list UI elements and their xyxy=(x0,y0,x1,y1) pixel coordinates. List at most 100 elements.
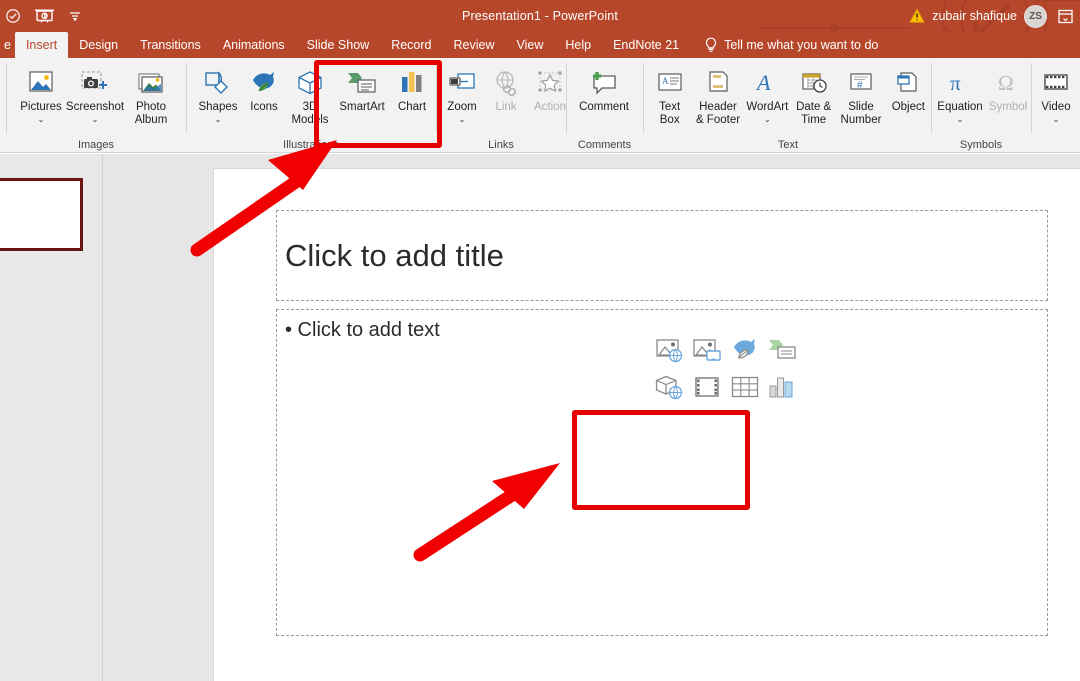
shapes-button[interactable]: Shapes ⌄ xyxy=(194,62,242,124)
date-time-button[interactable]: Date & Time xyxy=(791,62,836,126)
workspace: Click to add title • Click to add text xyxy=(0,154,1080,681)
pictures-button[interactable]: Pictures ⌄ xyxy=(14,62,68,124)
ribbon-group-text: A Text Box Header & Footer A WordArt ⌄ D… xyxy=(643,58,931,153)
text-box-icon: A xyxy=(656,66,684,98)
icons-icon[interactable] xyxy=(728,334,762,368)
tab-insert[interactable]: Insert xyxy=(14,32,69,58)
comment-icon xyxy=(588,66,620,98)
3d-models-button[interactable]: 3D Models xyxy=(286,62,334,126)
chevron-down-icon[interactable]: ⌄ xyxy=(957,115,964,124)
chevron-down-icon[interactable]: ⌄ xyxy=(764,115,771,124)
action-label: Action xyxy=(534,101,566,113)
smartart-label: SmartArt xyxy=(339,101,385,113)
screenshot-icon xyxy=(79,66,111,98)
ribbon-group-symbols: π Equation ⌄ Ω Symbol Symbols xyxy=(931,58,1031,153)
symbol-icon: Ω xyxy=(994,66,1022,98)
titlebar-right-cluster: zubair shafique ZS xyxy=(909,0,1076,32)
chevron-down-icon[interactable]: ⌄ xyxy=(92,115,99,124)
slide-thumbnail-1[interactable] xyxy=(0,178,83,251)
chart-icon xyxy=(399,66,425,98)
icons-icon xyxy=(249,66,279,98)
text-box-label: Text Box xyxy=(659,101,681,126)
smartart-icon xyxy=(345,66,379,98)
tab-view[interactable]: View xyxy=(506,32,555,58)
shapes-icon xyxy=(203,66,233,98)
icons-button[interactable]: Icons xyxy=(242,62,286,114)
zoom-label: Zoom xyxy=(447,101,477,113)
comment-button[interactable]: Comment xyxy=(572,62,636,114)
ribbon-group-label-images: Images xyxy=(77,139,115,151)
comment-label: Comment xyxy=(579,101,629,113)
ribbon-group-label-text: Text xyxy=(777,139,799,151)
smartart-button[interactable]: SmartArt xyxy=(334,62,390,114)
warning-triangle-icon[interactable] xyxy=(909,8,926,24)
pictures-icon xyxy=(26,66,56,98)
svg-text:#: # xyxy=(857,80,863,91)
action-icon xyxy=(536,66,564,98)
insert-content-icon-grid[interactable] xyxy=(645,328,807,410)
pictures-from-device-icon[interactable] xyxy=(690,334,724,368)
ribbon: Pictures ⌄ Screenshot ⌄ Photo Album Imag… xyxy=(0,58,1080,153)
photo-album-button[interactable]: Photo Album xyxy=(122,62,180,126)
tab-design[interactable]: Design xyxy=(68,32,129,58)
account-name[interactable]: zubair shafique xyxy=(932,9,1017,23)
slide-canvas[interactable]: Click to add title • Click to add text xyxy=(213,168,1080,681)
wordart-icon: A xyxy=(754,66,780,98)
tab-endnote-21[interactable]: EndNote 21 xyxy=(602,32,690,58)
tab-help[interactable]: Help xyxy=(554,32,602,58)
screenshot-button[interactable]: Screenshot ⌄ xyxy=(66,62,124,124)
video-icon[interactable] xyxy=(690,371,724,405)
shapes-label: Shapes xyxy=(198,101,238,113)
svg-text:A: A xyxy=(755,70,771,95)
tab-slide-show[interactable]: Slide Show xyxy=(296,32,381,58)
title-placeholder[interactable]: Click to add title xyxy=(276,210,1048,301)
chevron-down-icon[interactable]: ⌄ xyxy=(215,115,222,124)
link-button: Link xyxy=(484,62,528,114)
ribbon-group-label-comments: Comments xyxy=(577,139,632,151)
slide-number-button[interactable]: # Slide Number xyxy=(836,62,885,126)
ribbon-group-label-links: Links xyxy=(488,139,514,151)
avatar[interactable]: ZS xyxy=(1024,4,1047,28)
date-time-label: Date & Time xyxy=(796,101,832,126)
chart-button[interactable]: Chart xyxy=(390,62,434,114)
tab-animations[interactable]: Animations xyxy=(212,32,296,58)
3d-models-label: 3D Models xyxy=(291,101,329,126)
stock-images-icon[interactable] xyxy=(653,334,687,368)
chart-icon[interactable] xyxy=(765,371,799,405)
canvas-gutter xyxy=(104,154,213,681)
header-footer-icon xyxy=(705,66,731,98)
wordart-button[interactable]: A WordArt ⌄ xyxy=(744,62,791,124)
symbol-label: Symbol xyxy=(988,101,1028,113)
ribbon-group-label-symbols: Symbols xyxy=(959,139,1003,151)
header-footer-button[interactable]: Header & Footer xyxy=(692,62,743,126)
tab-transitions[interactable]: Transitions xyxy=(129,32,212,58)
smartart-icon[interactable] xyxy=(765,334,799,368)
title-bar: Presentation1 - PowerPoint zubair shafiq… xyxy=(0,0,1080,32)
zoom-button[interactable]: Zoom ⌄ xyxy=(440,62,484,124)
video-button[interactable]: Video ⌄ xyxy=(1033,62,1079,124)
equation-button[interactable]: π Equation ⌄ xyxy=(935,62,985,124)
chevron-down-icon[interactable]: ⌄ xyxy=(38,115,45,124)
content-placeholder[interactable]: • Click to add text xyxy=(276,309,1048,636)
chevron-down-icon[interactable]: ⌄ xyxy=(459,115,466,124)
icons-label: Icons xyxy=(250,101,278,113)
slide-thumbnail-pane[interactable] xyxy=(0,154,103,681)
tab-review[interactable]: Review xyxy=(443,32,506,58)
ribbon-tab-strip[interactable]: e Insert Design Transitions Animations S… xyxy=(0,32,1080,58)
table-icon[interactable] xyxy=(728,371,762,405)
video-icon xyxy=(1042,66,1070,98)
3d-models-icon[interactable] xyxy=(653,371,687,405)
chevron-down-icon[interactable]: ⌄ xyxy=(1053,115,1060,124)
object-button[interactable]: Object xyxy=(886,62,931,114)
ribbon-group-links: Zoom ⌄ Link Action Links xyxy=(436,58,566,153)
tab-file[interactable]: e xyxy=(0,32,15,58)
text-box-button[interactable]: A Text Box xyxy=(647,62,692,126)
title-placeholder-text: Click to add title xyxy=(285,237,504,273)
tell-me-search[interactable]: Tell me what you want to do xyxy=(690,32,878,58)
zoom-icon xyxy=(447,66,477,98)
ribbon-group-media: Video ⌄ xyxy=(1031,58,1080,153)
ribbon-group-images: Pictures ⌄ Screenshot ⌄ Photo Album Imag… xyxy=(6,58,186,153)
ribbon-display-options-icon[interactable] xyxy=(1054,5,1076,27)
tab-record[interactable]: Record xyxy=(380,32,442,58)
lightbulb-icon xyxy=(706,37,717,52)
